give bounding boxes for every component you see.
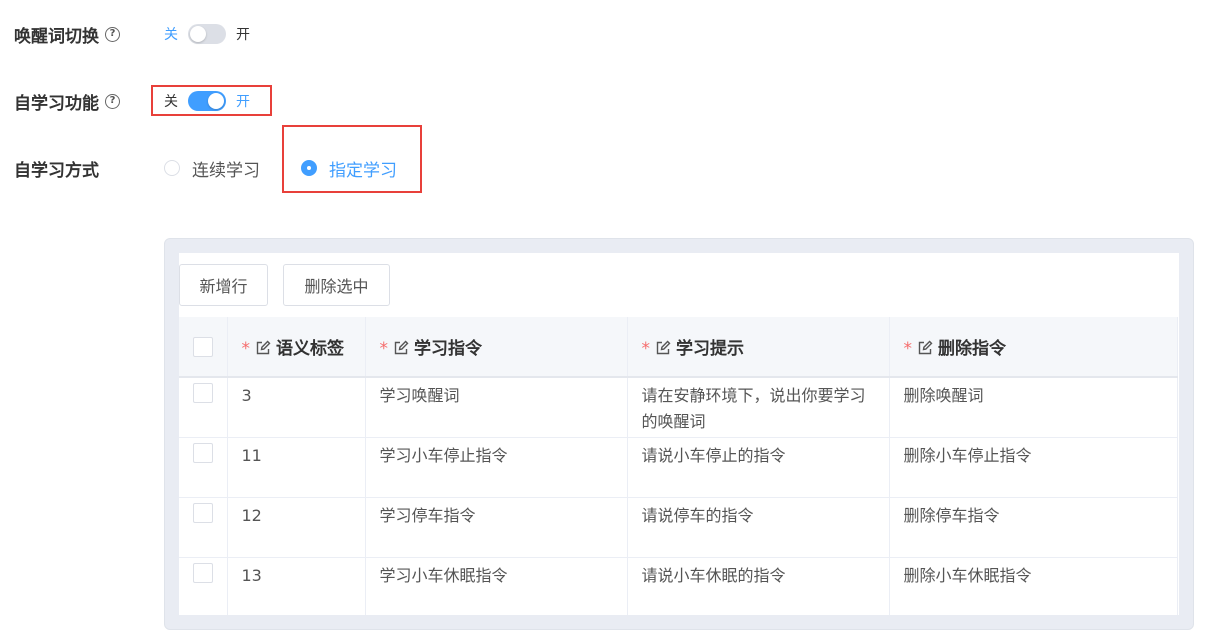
learning-table-panel: 新增行 删除选中 * 语义标签 * 学习指令 * 学习提示 * 删除指令 3 学… (164, 238, 1194, 630)
column-header-hint: * 学习提示 (627, 317, 890, 378)
edit-icon (918, 340, 933, 355)
table-row: 11 学习小车停止指令 请说小车停止的指令 删除小车停止指令 (179, 437, 1178, 498)
add-row-button[interactable]: 新增行 (179, 264, 268, 306)
table-row: 3 学习唤醒词 请在安静环境下，说出你要学习的唤醒词 删除唤醒词 (179, 377, 1178, 438)
radio-specified-learning[interactable]: 指定学习 (301, 156, 397, 181)
toggle-knob (190, 26, 206, 42)
edit-icon (394, 340, 409, 355)
column-header-text: 学习指令 (414, 339, 482, 359)
column-header-delete-cmd: * 删除指令 (889, 317, 1178, 378)
self-learning-switch-label: 自学习功能 ? (14, 89, 120, 114)
row-select-cell (179, 437, 228, 498)
wake-word-toggle[interactable] (188, 24, 226, 44)
self-learning-switch-label-text: 自学习功能 (14, 93, 99, 114)
learn-cmd-cell[interactable]: 学习小车停止指令 (365, 437, 628, 498)
self-learning-switch[interactable]: 关 开 (164, 89, 250, 113)
table-header-row: * 语义标签 * 学习指令 * 学习提示 * 删除指令 (179, 317, 1178, 378)
wake-word-switch-label: 唤醒词切换 ? (14, 22, 120, 47)
tag-cell[interactable]: 3 (227, 377, 366, 438)
radio-continuous-learning[interactable]: 连续学习 (164, 156, 260, 181)
select-all-checkbox[interactable] (192, 336, 213, 357)
row-select-cell (179, 497, 228, 558)
column-header-text: 删除指令 (938, 339, 1006, 359)
required-mark: * (241, 339, 251, 359)
radio-label: 指定学习 (329, 160, 397, 181)
edit-icon (656, 340, 671, 355)
radio-circle[interactable] (301, 160, 317, 176)
switch-on-text: 开 (236, 27, 250, 43)
question-circle-icon[interactable]: ? (105, 26, 120, 42)
learning-mode-label: 自学习方式 (14, 156, 99, 181)
switch-off-text: 关 (164, 27, 178, 43)
hint-cell[interactable]: 请说停车的指令 (627, 497, 890, 558)
wake-word-switch[interactable]: 关 开 (164, 22, 250, 46)
required-mark: * (379, 339, 389, 359)
toggle-knob (208, 93, 224, 109)
learn-cmd-cell[interactable]: 学习停车指令 (365, 497, 628, 558)
switch-on-text: 开 (236, 94, 250, 110)
switch-off-text: 关 (164, 94, 178, 110)
row-select-cell (179, 557, 228, 615)
column-header-text: 学习提示 (676, 339, 744, 359)
hint-cell[interactable]: 请说小车停止的指令 (627, 437, 890, 498)
learning-table: * 语义标签 * 学习指令 * 学习提示 * 删除指令 3 学习唤醒词 请在安静… (179, 317, 1178, 615)
learning-table-container: 新增行 删除选中 * 语义标签 * 学习指令 * 学习提示 * 删除指令 3 学… (179, 253, 1179, 615)
row-checkbox[interactable] (192, 502, 213, 523)
radio-label: 连续学习 (192, 160, 260, 181)
delete-cmd-cell[interactable]: 删除小车停止指令 (889, 437, 1178, 498)
wake-word-switch-label-text: 唤醒词切换 (14, 26, 99, 47)
question-circle-icon[interactable]: ? (105, 93, 120, 109)
hint-cell[interactable]: 请说小车休眠的指令 (627, 557, 890, 615)
table-row: 13 学习小车休眠指令 请说小车休眠的指令 删除小车休眠指令 (179, 557, 1178, 615)
row-checkbox[interactable] (192, 442, 213, 463)
required-mark: * (641, 339, 651, 359)
tag-cell[interactable]: 11 (227, 437, 366, 498)
row-select-cell (179, 377, 228, 438)
edit-icon (256, 340, 271, 355)
self-learning-toggle[interactable] (188, 91, 226, 111)
delete-selected-button[interactable]: 删除选中 (283, 264, 390, 306)
table-row: 12 学习停车指令 请说停车的指令 删除停车指令 (179, 497, 1178, 558)
hint-cell[interactable]: 请在安静环境下，说出你要学习的唤醒词 (627, 377, 890, 438)
tag-cell[interactable]: 12 (227, 497, 366, 558)
column-header-text: 语义标签 (276, 339, 344, 359)
radio-circle[interactable] (164, 160, 180, 176)
column-header-tag: * 语义标签 (227, 317, 366, 378)
delete-cmd-cell[interactable]: 删除唤醒词 (889, 377, 1178, 438)
learn-cmd-cell[interactable]: 学习唤醒词 (365, 377, 628, 438)
row-checkbox[interactable] (192, 383, 213, 403)
column-header-learn-cmd: * 学习指令 (365, 317, 628, 378)
learn-cmd-cell[interactable]: 学习小车休眠指令 (365, 557, 628, 615)
required-mark: * (903, 339, 913, 359)
row-checkbox[interactable] (192, 562, 213, 583)
delete-cmd-cell[interactable]: 删除停车指令 (889, 497, 1178, 558)
delete-cmd-cell[interactable]: 删除小车休眠指令 (889, 557, 1178, 615)
select-all-cell (179, 317, 228, 378)
tag-cell[interactable]: 13 (227, 557, 366, 615)
learning-mode-label-text: 自学习方式 (14, 160, 99, 181)
